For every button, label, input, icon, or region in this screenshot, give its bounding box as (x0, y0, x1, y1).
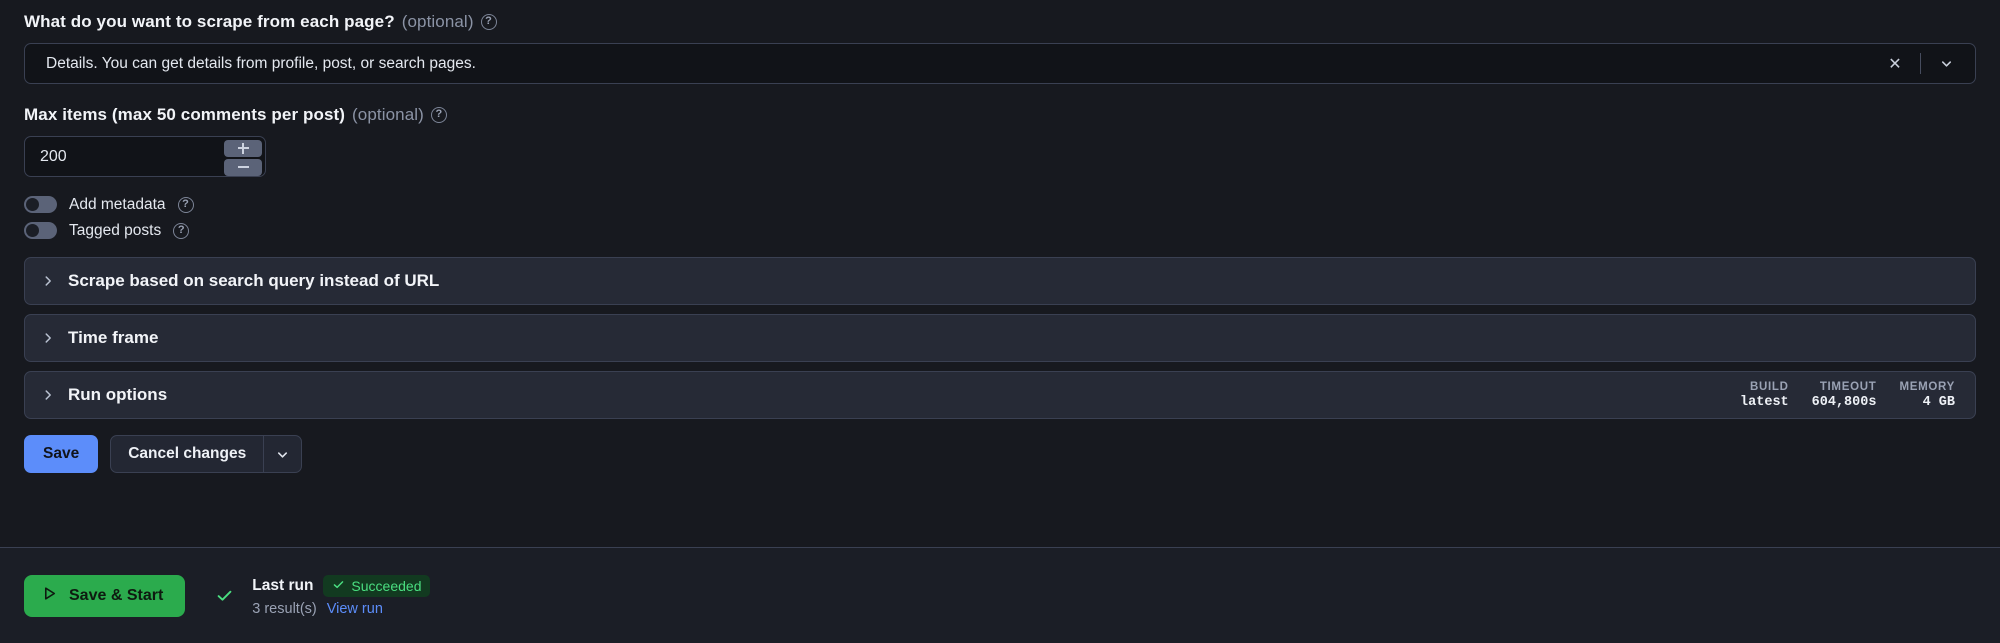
toggle-knob (26, 198, 39, 211)
chevron-down-icon[interactable] (263, 436, 301, 472)
toggle-label: Tagged posts (69, 221, 162, 239)
meta-value: latest (1740, 394, 1789, 410)
help-icon[interactable]: ? (173, 222, 190, 239)
quantity-stepper (224, 139, 262, 176)
max-items-label: Max items (max 50 comments per post) (op… (24, 105, 1976, 125)
meta-memory: MEMORY 4 GB (1899, 381, 1955, 410)
scrape-target-label-text: What do you want to scrape from each pag… (24, 12, 395, 31)
run-options-meta: BUILD latest TIMEOUT 604,800s MEMORY 4 G… (1740, 372, 1955, 418)
toggle-switch[interactable] (24, 196, 57, 213)
actor-input-form: What do you want to scrape from each pag… (0, 0, 2000, 643)
meta-value: 4 GB (1922, 394, 1955, 410)
last-run-info: Last run Succeeded 3 result(s) View run (252, 574, 431, 617)
scrape-target-field: What do you want to scrape from each pag… (0, 0, 2000, 84)
meta-build: BUILD latest (1740, 381, 1789, 410)
cancel-changes-group: Cancel changes (110, 435, 303, 473)
toggle-label: Add metadata (69, 195, 166, 213)
chevron-down-icon[interactable] (1931, 49, 1961, 79)
play-icon (41, 585, 58, 607)
accordion-title: Time frame (68, 328, 159, 347)
minus-icon (237, 166, 249, 168)
help-icon[interactable]: ? (177, 196, 194, 213)
scrape-target-value: Details. You can get details from profil… (46, 54, 476, 72)
status-badge-label: Succeeded (351, 577, 422, 594)
chevron-right-icon (41, 331, 55, 345)
divider (1920, 53, 1921, 74)
last-run-details: 3 result(s) View run (252, 601, 430, 617)
meta-label: MEMORY (1899, 380, 1955, 393)
meta-label: BUILD (1750, 380, 1789, 393)
select-actions: ✕ (1880, 44, 1961, 83)
accordion-run-options[interactable]: Run options BUILD latest TIMEOUT 604,800… (24, 371, 1976, 419)
check-icon (332, 578, 345, 594)
max-items-field: Max items (max 50 comments per post) (op… (0, 84, 2000, 177)
form-actions: Save Cancel changes (0, 435, 2000, 473)
scrape-target-label: What do you want to scrape from each pag… (24, 12, 1976, 32)
accordion-title: Run options (68, 385, 168, 404)
chevron-right-icon (41, 388, 55, 402)
max-items-label-text: Max items (max 50 comments per post) (24, 105, 346, 124)
meta-label: TIMEOUT (1819, 380, 1877, 393)
view-run-link[interactable]: View run (327, 601, 383, 617)
max-items-optional-text: (optional) (352, 105, 424, 124)
check-icon (215, 586, 234, 605)
meta-value: 604,800s (1811, 394, 1877, 410)
cancel-changes-button[interactable]: Cancel changes (111, 436, 263, 472)
accordion-title: Scrape based on search query instead of … (68, 271, 440, 290)
accordion-list: Scrape based on search query instead of … (0, 257, 2000, 419)
scrape-target-select[interactable]: Details. You can get details from profil… (24, 43, 1976, 84)
save-and-start-label: Save & Start (69, 586, 164, 604)
max-items-input-wrap[interactable]: 200 (24, 136, 266, 177)
meta-timeout: TIMEOUT 604,800s (1812, 381, 1877, 410)
result-count: 3 result(s) (252, 600, 317, 617)
plus-icon (237, 142, 249, 153)
accordion-time-frame[interactable]: Time frame (24, 314, 1976, 362)
accordion-search-query[interactable]: Scrape based on search query instead of … (24, 257, 1976, 305)
decrement-button[interactable] (224, 158, 262, 176)
scrape-target-optional-text: (optional) (401, 12, 474, 31)
last-run-header: Last run Succeeded (252, 574, 431, 597)
help-icon[interactable]: ? (430, 107, 447, 123)
toggle-switch[interactable] (24, 222, 57, 239)
status-badge: Succeeded (323, 574, 431, 597)
toggle-tagged-posts[interactable]: Tagged posts ? (24, 220, 1976, 241)
help-icon[interactable]: ? (480, 14, 497, 30)
toggle-list: Add metadata ? Tagged posts ? (0, 194, 2000, 241)
toggle-add-metadata[interactable]: Add metadata ? (24, 194, 1976, 215)
last-run-label: Last run (252, 576, 314, 594)
clear-icon[interactable]: ✕ (1880, 49, 1910, 79)
save-button[interactable]: Save (24, 435, 99, 473)
bottom-status-bar: Save & Start Last run Succeeded 3 result… (0, 547, 2000, 643)
chevron-right-icon (41, 274, 55, 288)
increment-button[interactable] (224, 139, 262, 157)
save-and-start-button[interactable]: Save & Start (24, 574, 186, 617)
toggle-knob (26, 224, 39, 237)
max-items-value: 200 (40, 147, 67, 165)
